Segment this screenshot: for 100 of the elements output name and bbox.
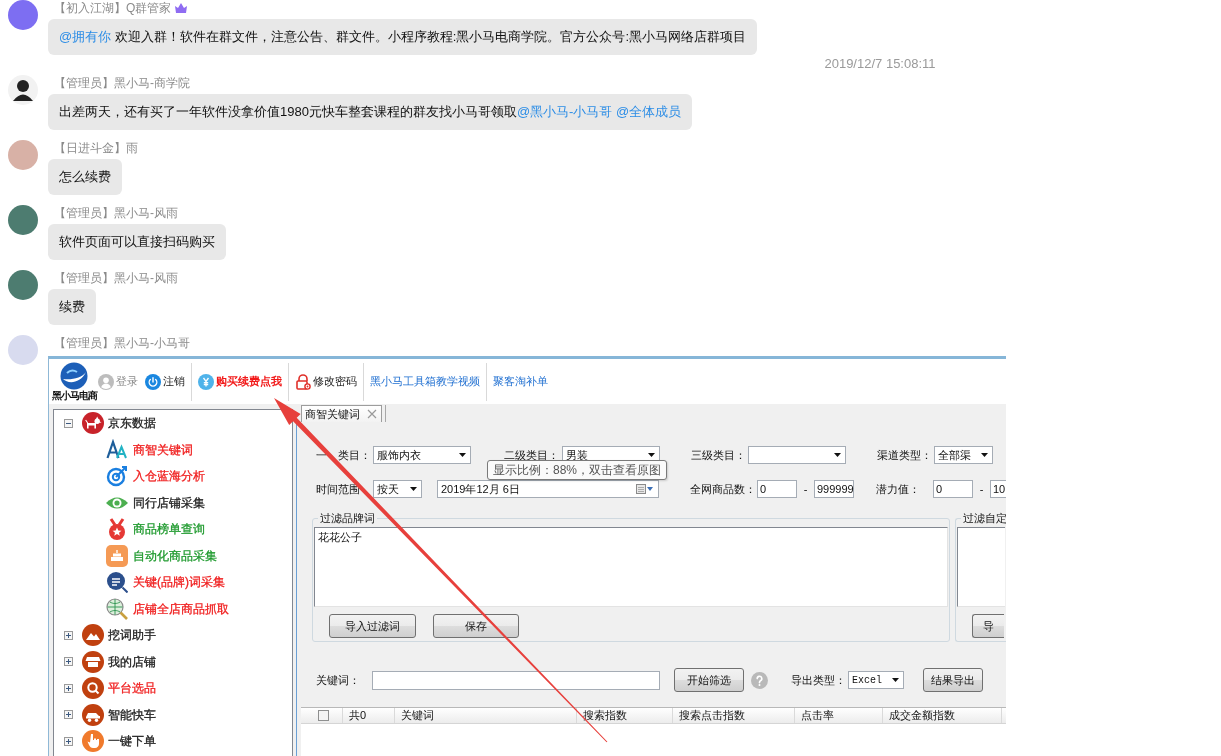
message-text: 续费 [59,298,85,316]
magnifier-icon [106,571,128,594]
column-header[interactable]: 点击率 [795,708,883,723]
message-text: 软件页面可以直接扫码购买 [59,233,215,251]
mountain-icon [82,624,104,647]
field-label: 全网商品数： [690,482,757,496]
dropdown[interactable]: 全部渠 [934,446,993,464]
toolbar-button[interactable]: 注销 [144,368,186,395]
tree-item[interactable]: 同行店铺采集 [106,491,205,514]
message-text: 怎么续费 [59,168,111,186]
avatar-silhouette [8,75,38,105]
lock-icon [295,373,311,390]
input-field[interactable]: 0 [757,480,797,498]
hand-icon [82,730,104,753]
close-icon[interactable] [367,409,377,419]
sender-name: 【管理员】黑小马-风雨 [54,205,178,221]
dog-icon [82,412,104,435]
filter-button[interactable]: 开始筛选 [674,668,744,692]
toolbar-link[interactable]: 黑小马工具箱教学视频 [369,368,481,395]
tree-item[interactable]: 平台选品 [82,677,156,700]
tree-item[interactable]: 一键下单 [82,730,156,753]
sender-name: 【管理员】黑小马-风雨 [54,270,178,286]
column-header[interactable]: 共0 [343,708,395,723]
tree-item[interactable]: 京东数据 [82,412,156,435]
globe-search-icon [106,597,128,620]
caret-icon [892,678,899,682]
avatar-placeholder [8,270,38,300]
action-button[interactable]: 导入过滤词 [329,614,416,638]
checkbox[interactable] [318,710,329,721]
group-title: 过滤品牌词 [319,513,376,524]
toolbar-link[interactable]: 聚客淘补单 [492,368,549,395]
avatar-placeholder [8,205,38,235]
calendar-icon [636,484,654,494]
tree-item[interactable]: 入仓蓝海分析 [106,465,205,488]
tree-item[interactable]: 商品榜单查询 [106,518,205,541]
dropdown[interactable]: Excel [848,671,904,689]
message-text: @拥有你 欢迎入群！软件在群文件，注意公告、群文件。小程序教程:黑小马电商学院。官方公众号:黑小马网络店群项目 [59,28,747,46]
text-area[interactable]: 花花公子 [314,527,948,607]
tree-item[interactable]: 自动化商品采集 [106,544,217,567]
tab[interactable]: 商智关键词 [301,405,382,422]
tree-item[interactable]: 挖词助手 [82,624,156,647]
caret-icon [834,453,841,457]
column-header[interactable]: 成交金额指数 [883,708,1002,723]
dropdown[interactable]: 服饰内衣 [373,446,471,464]
collapse-icon[interactable] [64,418,73,428]
input-field[interactable]: 10 [990,480,1006,498]
tree-item[interactable]: 关键(品牌)词采集 [106,571,225,594]
tree-item[interactable]: 商智关键词 [106,438,193,461]
sender-name: 【初入江湖】Q群管家 [54,0,172,16]
caret-icon [459,453,466,457]
field-label: 渠道类型： [877,448,933,462]
car-icon [82,703,104,726]
caret-icon [410,487,417,491]
input-field[interactable] [372,670,660,690]
yen-icon [198,373,214,390]
export-button[interactable]: 结果导出 [923,668,983,692]
target-icon [106,465,128,488]
dropdown[interactable]: 按天 [373,480,422,498]
text-area[interactable] [957,527,1005,607]
medal-icon [106,518,128,541]
caret-icon [648,453,655,457]
field-label: 类目： [338,448,371,462]
field-label: 三级类目： [691,448,747,462]
expand-icon[interactable] [64,683,73,693]
input-field[interactable]: 0 [933,480,973,498]
toolbar-button[interactable]: 修改密码 [294,368,358,395]
caret-icon [981,453,988,457]
date-field[interactable]: 2019年12月 6日 [437,480,659,498]
expand-icon[interactable] [64,710,73,720]
avatar-placeholder [8,140,38,170]
magnifier-icon [82,677,104,700]
sender-name: 【日进斗金】雨 [54,140,138,156]
range-dash: - [802,483,809,495]
shop-icon [82,650,104,673]
column-header[interactable]: 搜索点击指数 [673,708,795,723]
timestamp: 2019/12/7 15:08:11 [824,56,936,72]
field-label: 潜力值： [876,482,921,496]
expand-icon[interactable] [64,736,73,746]
field-label: 一 [316,448,327,462]
message-text: 出差两天，还有买了一年软件没拿价值1980元快车整套课程的群友找小马哥领取@黑小马-小马哥 @全体成员 [59,103,682,121]
field-label: 二级类目： [504,448,560,462]
logo-icon [59,362,89,390]
action-button[interactable]: 保存 [433,614,519,638]
tooltip: 显示比例：88%，双击查看原图 [487,460,668,480]
action-button[interactable]: 导 [972,614,1004,638]
user-icon [98,373,114,390]
expand-icon[interactable] [64,630,73,640]
expand-icon[interactable] [64,657,73,667]
sender-name: 【管理员】黑小马-商学院 [54,75,190,91]
tree-item[interactable]: 智能快车 [82,703,156,726]
field-label: 关键词： [316,673,361,687]
group-title: 过滤自定 [962,513,1006,524]
avatar-placeholder [8,335,38,365]
tree-item[interactable]: 店铺全店商品抓取 [106,597,229,620]
tree-item[interactable]: 我的店铺 [82,650,156,673]
input-field[interactable]: 999999 [814,480,854,498]
sender-name: 【管理员】黑小马-小马哥 [54,335,190,351]
field-label: 导出类型： [791,673,847,687]
toolbar-button[interactable]: 购买续费点我 [197,368,283,395]
logo-text: 黑小马电商 [51,390,97,401]
